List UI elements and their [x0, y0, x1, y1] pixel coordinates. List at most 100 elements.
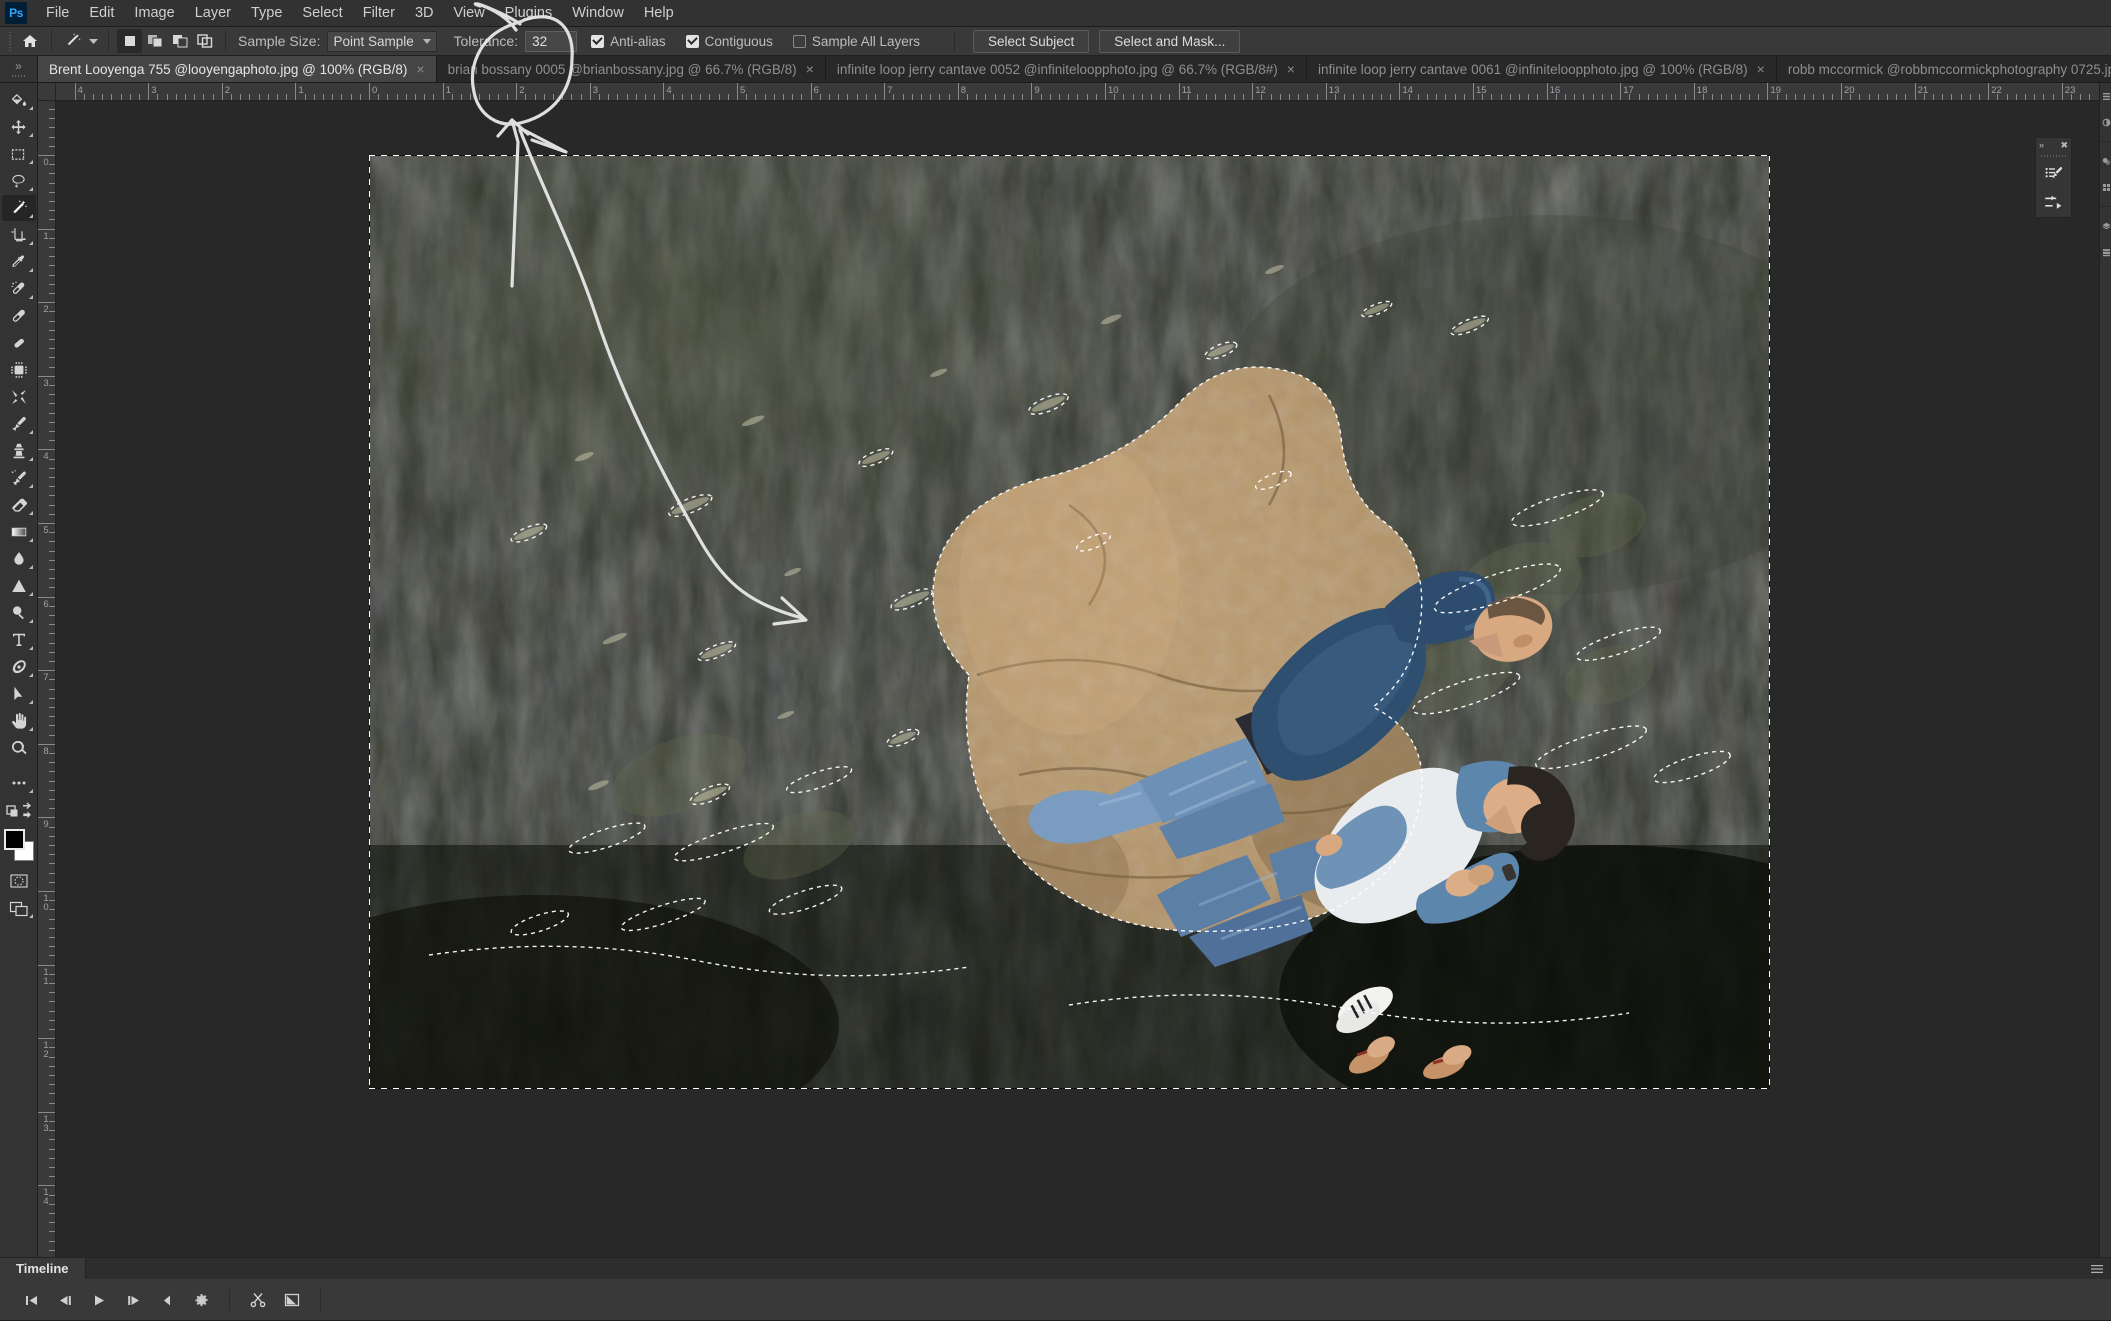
adjustments-panel-icon[interactable]	[2100, 109, 2111, 135]
split-at-playhead-button[interactable]	[241, 1285, 275, 1315]
menu-window[interactable]: Window	[562, 1, 634, 25]
menu-select[interactable]: Select	[292, 1, 352, 25]
magic-wand-icon[interactable]	[60, 29, 86, 53]
menu-3d[interactable]: 3D	[405, 1, 444, 25]
type-tool[interactable]	[2, 627, 36, 653]
canvas-area[interactable]	[56, 101, 2111, 1280]
properties-panel-icon[interactable]	[2100, 83, 2111, 109]
tolerance-input[interactable]: 32	[525, 30, 578, 52]
document-tab-3[interactable]: infinite loop jerry cantave 0061 @infini…	[1306, 56, 1777, 82]
document-tab-0[interactable]: Brent Looyenga 755 @looyengaphoto.jpg @ …	[38, 56, 437, 82]
paint-bucket-tool[interactable]	[2, 87, 36, 113]
subtract-from-selection-button[interactable]	[167, 29, 192, 53]
screen-mode-tool[interactable]	[2, 895, 36, 921]
patch-tool[interactable]	[2, 330, 36, 356]
rectangular-marquee-tool[interactable]	[2, 141, 36, 167]
timeline-panel-menu-button[interactable]	[2091, 1258, 2111, 1279]
menu-filter[interactable]: Filter	[353, 1, 405, 25]
floating-panel-header[interactable]: » ✖	[2036, 138, 2071, 153]
tab-timeline[interactable]: Timeline	[0, 1258, 86, 1279]
move-shuffle-tool[interactable]	[2, 384, 36, 410]
color-swatches[interactable]	[2, 828, 36, 862]
anti-alias-checkbox[interactable]: Anti-alias	[591, 34, 666, 49]
menu-type[interactable]: Type	[241, 1, 292, 25]
ruler-minor-tick	[424, 94, 426, 100]
home-icon[interactable]	[17, 29, 43, 53]
eyedropper-tool[interactable]	[2, 249, 36, 275]
select-and-mask-button[interactable]: Select and Mask...	[1099, 29, 1241, 53]
quick-mask-tool[interactable]	[2, 868, 36, 894]
color-panel-icon[interactable]	[2100, 148, 2111, 174]
vertical-ruler[interactable]: 101234567891011121314	[38, 101, 56, 1320]
timeline-settings-button[interactable]	[184, 1285, 218, 1315]
close-icon[interactable]: ×	[1287, 62, 1295, 76]
menu-layer[interactable]: Layer	[185, 1, 241, 25]
channels-panel-icon[interactable]	[2100, 239, 2111, 265]
foreground-color-swatch[interactable]	[3, 829, 25, 850]
menu-image[interactable]: Image	[124, 1, 184, 25]
menu-plugins[interactable]: Plugins	[495, 1, 563, 25]
eraser-tool[interactable]	[2, 492, 36, 518]
shuffle-tool[interactable]	[2, 357, 36, 383]
sample-all-layers-checkbox[interactable]: Sample All Layers	[792, 34, 920, 49]
menu-file[interactable]: File	[36, 1, 79, 25]
go-to-first-frame-button[interactable]	[14, 1285, 48, 1315]
ruler-minor-tick	[49, 1084, 55, 1086]
collapse-icon[interactable]: »	[2039, 141, 2044, 150]
sample-size-select[interactable]: Point Sample	[327, 30, 438, 52]
spot-healing-brush-tool[interactable]	[2, 276, 36, 302]
document-tab-2[interactable]: infinite loop jerry cantave 0052 @infini…	[825, 56, 1307, 82]
magic-wand-preset-chevron-icon[interactable]	[86, 29, 100, 53]
menu-help[interactable]: Help	[634, 1, 684, 25]
dodge-tool[interactable]	[2, 573, 36, 599]
zoom-tool[interactable]	[2, 735, 36, 761]
ruler-origin-corner[interactable]	[38, 83, 56, 101]
close-icon[interactable]: ×	[416, 62, 424, 76]
path-selection-tool[interactable]	[2, 681, 36, 707]
menu-edit[interactable]: Edit	[79, 1, 124, 25]
history-brush-tool[interactable]	[2, 465, 36, 491]
ruler-minor-tick	[341, 94, 343, 100]
brush-settings-icon[interactable]	[2036, 159, 2071, 188]
play-button[interactable]	[82, 1285, 116, 1315]
layers-panel-icon[interactable]	[2100, 213, 2111, 239]
document-canvas[interactable]	[369, 155, 1770, 1089]
brush-presets-icon[interactable]	[2036, 188, 2071, 217]
healing-brush-tool[interactable]	[2, 303, 36, 329]
brush-tool[interactable]	[2, 411, 36, 437]
burn-tool[interactable]	[2, 600, 36, 626]
ruler-minor-tick	[1638, 94, 1640, 100]
pen-tool[interactable]	[2, 654, 36, 680]
ruler-minor-tick	[1831, 94, 1833, 100]
tab-bar-expand-button[interactable]: »	[0, 56, 38, 82]
horizontal-ruler[interactable]: 4 3 2 1 0 1 2 3 4 5 6 7 8 9 10 11 12 13 14 15 16 17 18 19 20 21 22…	[56, 83, 2111, 101]
magic-wand-tool[interactable]	[1, 195, 36, 221]
edit-toolbar-tool[interactable]	[2, 770, 36, 796]
hand-tool[interactable]	[2, 708, 36, 734]
gradient-tool[interactable]	[2, 519, 36, 545]
lasso-tool[interactable]	[2, 168, 36, 194]
divider	[953, 30, 955, 52]
previous-frame-button[interactable]	[48, 1285, 82, 1315]
default-colors-tool[interactable]	[2, 797, 36, 823]
menu-view[interactable]: View	[444, 1, 495, 25]
add-to-selection-button[interactable]	[142, 29, 167, 53]
close-icon[interactable]: ✖	[2060, 141, 2068, 150]
next-frame-button[interactable]	[116, 1285, 150, 1315]
document-tab-1[interactable]: brian bossany 0005 @brianbossany.jpg @ 6…	[436, 56, 826, 82]
new-selection-button[interactable]	[117, 29, 142, 53]
select-subject-button[interactable]: Select Subject	[972, 29, 1090, 53]
close-icon[interactable]: ×	[806, 62, 814, 76]
move-tool[interactable]	[2, 114, 36, 140]
crop-tool[interactable]	[2, 222, 36, 248]
swatches-panel-icon[interactable]	[2100, 174, 2111, 200]
contiguous-checkbox[interactable]: Contiguous	[685, 34, 773, 49]
clone-stamp-tool[interactable]	[2, 438, 36, 464]
audio-mute-button[interactable]	[150, 1285, 184, 1315]
blur-tool[interactable]	[2, 546, 36, 572]
transition-button[interactable]	[275, 1285, 309, 1315]
intersect-with-selection-button[interactable]	[192, 29, 217, 53]
options-bar-grip[interactable]	[8, 30, 13, 52]
document-tab-4[interactable]: robb mccormick @robbmccormickphotography…	[1776, 56, 2111, 82]
close-icon[interactable]: ×	[1757, 62, 1765, 76]
